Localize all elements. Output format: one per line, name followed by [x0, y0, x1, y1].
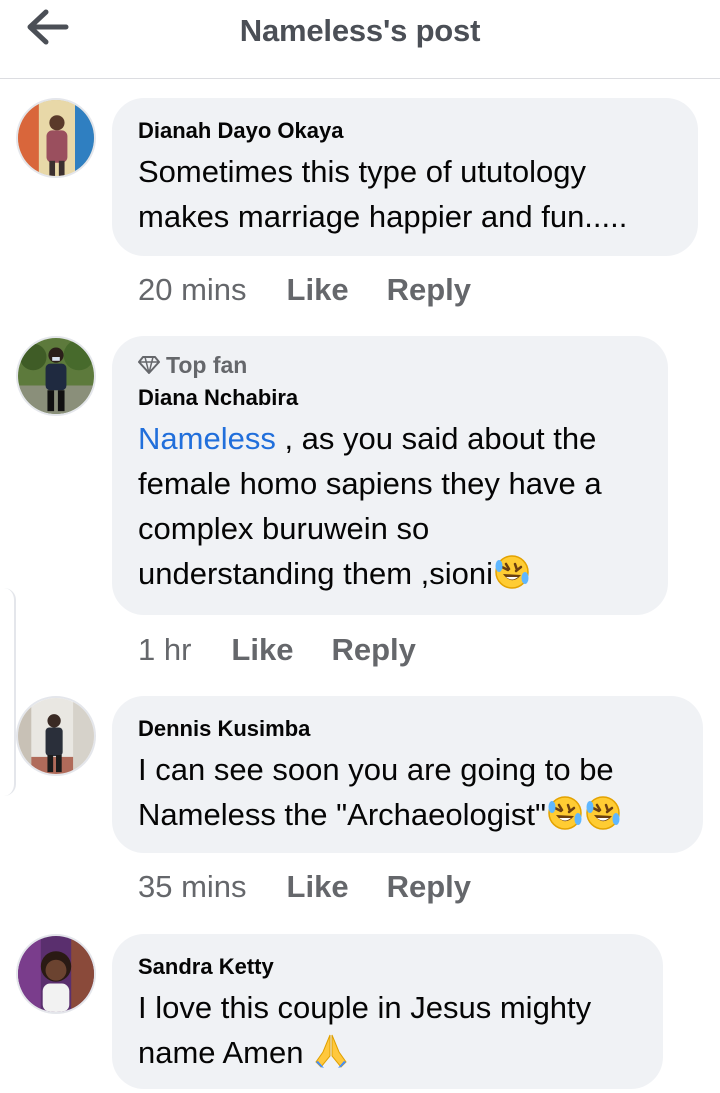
- comment-bubble[interactable]: Dennis Kusimba I can see soon you are go…: [112, 696, 703, 853]
- top-fan-badge: Top fan: [138, 352, 642, 378]
- avatar[interactable]: [16, 336, 96, 416]
- comment-time: 35 mins: [138, 869, 247, 904]
- comment-text-content: I love this couple in Jesus mighty name …: [138, 990, 592, 1070]
- reply-button[interactable]: Reply: [387, 869, 471, 905]
- avatar[interactable]: [16, 98, 96, 178]
- rolling-on-floor-laughing-emoji: [586, 796, 620, 830]
- comment-actions: 35 mins Like Reply: [138, 867, 509, 907]
- avatar-photo-dennis: [18, 698, 94, 774]
- page-title: Nameless's post: [239, 13, 481, 48]
- comment-text-content: I can see soon you are going to be Namel…: [138, 752, 614, 832]
- avatar-photo-dianah: [18, 100, 94, 176]
- comment-text: Sometimes this type of ututology makes m…: [138, 154, 628, 234]
- badge-label: Top fan: [166, 351, 248, 378]
- comment-author[interactable]: Sandra Ketty: [138, 953, 637, 981]
- rolling-on-floor-laughing-emoji: [548, 796, 582, 830]
- comment-bubble[interactable]: Top fan Diana Nchabira Nameless , as you…: [112, 336, 668, 615]
- like-button[interactable]: Like: [287, 272, 349, 308]
- comment-author[interactable]: Diana Nchabira: [138, 384, 642, 412]
- thread-connector-line: [0, 588, 16, 796]
- top-bar: Nameless's post: [0, 0, 720, 79]
- avatar-photo-diana: [18, 338, 94, 414]
- comment-bubble[interactable]: Sandra Ketty I love this couple in Jesus…: [112, 934, 663, 1089]
- comment-text: I can see soon you are going to be Namel…: [138, 747, 677, 837]
- reply-button[interactable]: Reply: [387, 272, 471, 308]
- avatar[interactable]: [16, 696, 96, 776]
- rolling-on-floor-laughing-emoji: [495, 555, 529, 589]
- comment-actions: 1 hr Like Reply: [138, 630, 454, 670]
- like-button[interactable]: Like: [231, 632, 293, 668]
- mention-link[interactable]: Nameless: [138, 421, 276, 456]
- reply-button[interactable]: Reply: [331, 632, 415, 668]
- comment-author[interactable]: Dennis Kusimba: [138, 715, 677, 743]
- comment-actions: 20 mins Like Reply: [138, 270, 509, 310]
- comment-text: I love this couple in Jesus mighty name …: [138, 985, 637, 1075]
- comment-author[interactable]: Dianah Dayo Okaya: [138, 117, 672, 145]
- comment-text: Nameless , as you said about the female …: [138, 416, 642, 596]
- comment-time: 1 hr: [138, 632, 192, 667]
- comment-bubble[interactable]: Dianah Dayo Okaya Sometimes this type of…: [112, 98, 698, 256]
- like-button[interactable]: Like: [287, 869, 349, 905]
- folded-hands-emoji: [315, 1034, 347, 1068]
- diamond-icon: [138, 356, 160, 374]
- avatar-photo-sandra: [18, 936, 94, 1012]
- avatar[interactable]: [16, 934, 96, 1014]
- comment-time: 20 mins: [138, 272, 247, 307]
